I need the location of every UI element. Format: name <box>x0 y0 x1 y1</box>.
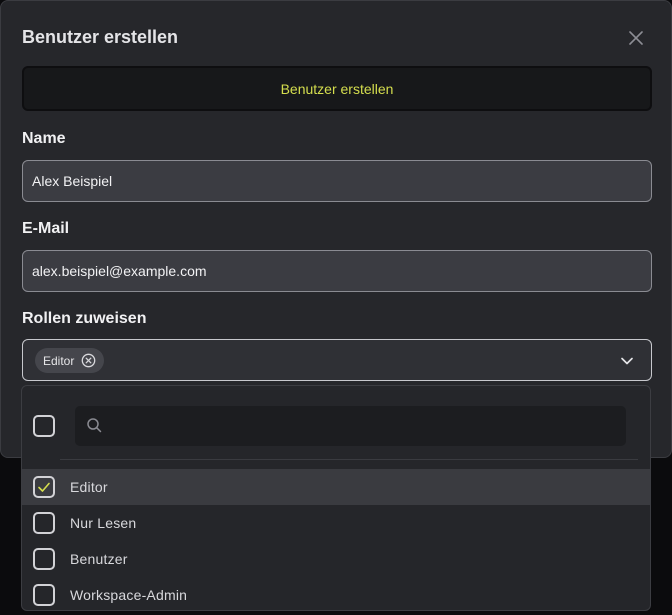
email-input[interactable] <box>22 250 652 292</box>
role-option-editor[interactable]: Editor <box>22 469 650 505</box>
roles-multiselect[interactable]: Editor <box>22 339 652 381</box>
role-search-input[interactable] <box>113 406 613 446</box>
chip-remove-button[interactable] <box>81 353 96 368</box>
chip-label: Editor <box>43 353 75 368</box>
role-option-label: Editor <box>70 479 108 495</box>
name-label: Name <box>22 130 66 147</box>
search-icon <box>86 417 103 434</box>
close-icon <box>629 31 643 45</box>
role-option-label: Nur Lesen <box>70 515 137 531</box>
divider <box>60 459 638 460</box>
role-option-workspace-admin[interactable]: Workspace-Admin <box>22 577 650 610</box>
name-input[interactable] <box>22 160 652 202</box>
role-chip-editor: Editor <box>35 348 105 373</box>
role-checkbox-workspace-admin[interactable] <box>33 584 55 606</box>
role-checkbox-editor[interactable] <box>33 476 55 498</box>
role-option-nur-lesen[interactable]: Nur Lesen <box>22 505 650 541</box>
role-option-label: Workspace-Admin <box>70 587 188 603</box>
email-label: E-Mail <box>22 220 70 237</box>
create-user-button[interactable]: Benutzer erstellen <box>22 66 652 111</box>
roles-label: Rollen zuweisen <box>22 310 147 327</box>
check-icon <box>38 482 50 492</box>
dropdown-toggle[interactable] <box>619 353 635 369</box>
modal-title: Benutzer erstellen <box>22 27 179 47</box>
role-search <box>75 406 626 446</box>
close-button[interactable] <box>625 27 647 49</box>
role-option-label: Benutzer <box>70 551 128 567</box>
chevron-down-icon <box>621 357 633 365</box>
roles-dropdown-panel: Editor Nur Lesen Benutzer Workspace-Admi… <box>21 385 651 611</box>
role-checkbox-benutzer[interactable] <box>33 548 55 570</box>
circle-x-icon <box>82 353 96 368</box>
role-option-benutzer[interactable]: Benutzer <box>22 541 650 577</box>
role-checkbox-nur-lesen[interactable] <box>33 512 55 534</box>
select-all-checkbox[interactable] <box>33 415 55 437</box>
